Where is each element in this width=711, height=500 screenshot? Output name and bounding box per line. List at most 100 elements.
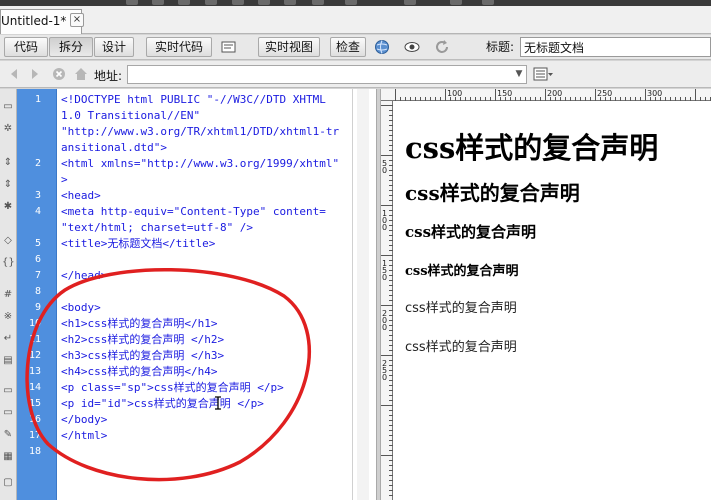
recent-snippets-icon[interactable]: ▦ [2,451,14,463]
select-parent-tag-icon[interactable]: ◇ [2,235,14,247]
code-line[interactable]: <h2>css样式的复合声明 </h2> [61,332,224,348]
toolbar-icon[interactable] [258,0,270,5]
code-line[interactable]: "text/html; charset=utf-8" /> [61,220,253,236]
ruler-label: 250 [382,359,388,382]
toolbar-icon[interactable] [126,0,138,5]
code-scrollbar[interactable] [352,89,376,500]
ruler-tick [389,245,393,246]
live-view-button[interactable]: 实时视图 [258,37,320,57]
code-line[interactable]: ansitional.dtd"> [61,140,167,156]
toolbar-icon[interactable] [232,0,244,5]
expand-all-icon[interactable]: ✱ [2,201,14,213]
open-documents-icon[interactable]: ▭ [2,101,14,113]
ruler-tick [470,97,471,101]
ruler-tick [485,97,486,101]
apply-comment-icon[interactable]: ▭ [2,385,14,397]
code-line[interactable]: <p class="sp">css样式的复合声明 </p> [61,380,284,396]
line-numbers-icon[interactable]: # [2,289,14,301]
code-line[interactable]: "http://www.w3.org/TR/xhtml1/DTD/xhtml1-… [61,124,339,140]
code-line[interactable]: <head> [61,188,101,204]
move-css-icon[interactable]: ▢ [2,477,14,489]
ruler-tick [640,97,641,101]
toolbar-icon[interactable] [450,0,462,5]
wrap-tag-icon[interactable]: ✎ [2,429,14,441]
syntax-error-icon[interactable]: ▤ [2,355,14,367]
toolbar-icon[interactable] [152,0,164,5]
code-view-pane[interactable]: <!DOCTYPE html PUBLIC "-//W3C//DTD XHTML… [17,89,376,500]
split-view-button[interactable]: 拆分 [49,37,93,57]
globe-icon[interactable] [374,38,392,56]
scrollbar-thumb[interactable] [357,89,369,500]
collapse-full-tag-icon[interactable]: ⇕ [2,157,14,169]
ruler-tick [389,475,393,476]
dropdown-icon[interactable] [412,38,430,56]
design-h1[interactable]: css样式的复合声明 [405,125,658,167]
forward-arrow-icon[interactable] [26,65,44,83]
code-view-button[interactable]: 代码 [4,37,48,57]
ruler-label: 250 [597,89,613,98]
line-number: 10 [28,318,41,329]
ruler-tick [389,345,393,346]
toolbar-icon[interactable] [205,0,217,5]
code-line[interactable]: <p id="id">css样式的复合声明 </p> [61,396,264,412]
collapse-selection-icon[interactable]: ⇕ [2,179,14,191]
home-icon[interactable] [72,65,90,83]
code-line[interactable]: <meta http-equiv="Content-Type" content= [61,204,326,220]
ruler-tick [575,97,576,101]
ruler-tick [540,97,541,101]
file-management-icon[interactable] [220,38,238,56]
design-paragraph-id[interactable]: css样式的复合声明 [405,336,517,355]
document-tab[interactable]: Untitled-1* × [0,9,84,34]
ruler-tick [685,97,686,101]
ruler-tick [389,125,393,126]
design-paragraph-sp[interactable]: css样式的复合声明 [405,297,517,316]
code-line[interactable]: > [61,172,68,188]
ruler-tick [389,115,393,116]
code-line[interactable]: <h4>css样式的复合声明</h4> [61,364,217,380]
code-line[interactable]: </html> [61,428,107,444]
address-dropdown-icon[interactable]: ▼ [512,66,526,83]
inspect-button[interactable]: 检查 [330,37,366,57]
code-line[interactable]: </head> [61,268,107,284]
ruler-tick [389,395,393,396]
code-line[interactable]: 1.0 Transitional//EN" [61,108,200,124]
balance-braces-icon[interactable]: {} [2,257,15,269]
design-h3[interactable]: css样式的复合声明 [405,221,536,242]
toolbar-icon[interactable] [404,0,416,5]
ruler-tick [389,190,393,191]
toolbar-icon[interactable] [284,0,296,5]
design-view-pane[interactable]: 100 150 200 250 300 50 100 150 200 250 css样式的复合声… [381,89,711,500]
ruler-tick [440,97,441,101]
toolbar-icon[interactable] [345,0,357,5]
ruler-label: 150 [497,89,513,98]
remove-comment-icon[interactable]: ▭ [2,407,14,419]
code-line[interactable]: <h1>css样式的复合声明</h1> [61,316,217,332]
code-line[interactable]: <html xmlns="http://www.w3.org/1999/xhtm… [61,156,339,172]
design-h4[interactable]: css样式的复合声明 [405,260,519,279]
design-h2[interactable]: css样式的复合声明 [405,177,580,206]
address-input[interactable]: ▼ [127,65,527,84]
code-line[interactable]: <!DOCTYPE html PUBLIC "-//W3C//DTD XHTML [61,92,326,108]
ruler-tick [525,97,526,101]
toolbar-icon[interactable] [178,0,190,5]
refresh-icon[interactable] [434,38,452,56]
code-line[interactable]: <title>无标题文档</title> [61,236,215,252]
toolbar-icon[interactable] [312,0,324,5]
ruler-tick [465,97,466,101]
toolbar-icon[interactable] [482,0,494,5]
code-line[interactable]: <body> [61,300,101,316]
document-title-input[interactable]: 无标题文档 [520,37,711,57]
close-tab-icon[interactable]: × [70,13,84,27]
highlight-invalid-icon[interactable]: ※ [2,311,14,323]
options-menu-icon[interactable] [532,65,554,83]
word-wrap-icon[interactable]: ↵ [2,333,14,345]
line-number: 17 [28,430,41,441]
stop-icon[interactable] [50,65,68,83]
code-line[interactable]: </body> [61,412,107,428]
settings-icon[interactable]: ✲ [2,123,14,135]
design-view-button[interactable]: 设计 [94,37,134,57]
live-code-button[interactable]: 实时代码 [146,37,212,57]
ruler-label: 100 [447,89,463,98]
back-arrow-icon[interactable] [6,65,24,83]
code-line[interactable]: <h3>css样式的复合声明 </h3> [61,348,224,364]
